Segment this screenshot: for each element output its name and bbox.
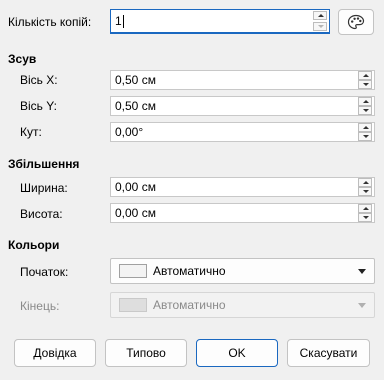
start-color-label: Початок: (20, 265, 69, 279)
angle-label: Кут: (20, 125, 42, 139)
ok-button-label: OK (228, 346, 246, 360)
axis-x-label: Вісь X: (20, 73, 58, 87)
height-decrement-button[interactable] (358, 213, 372, 222)
cancel-button-label: Скасувати (299, 346, 358, 360)
width-increment-button[interactable] (358, 178, 372, 187)
angle-decrement-button[interactable] (358, 132, 372, 141)
copies-label: Кількість копій: (8, 15, 92, 29)
angle-value[interactable]: 0,00° (111, 123, 358, 141)
colors-section-title: Кольори (8, 238, 60, 252)
help-button[interactable]: Довідка (14, 339, 96, 367)
copies-increment-button[interactable] (313, 11, 327, 20)
start-color-value: Автоматично (153, 264, 226, 278)
angle-increment-button[interactable] (358, 123, 372, 132)
help-button-label: Довідка (33, 346, 77, 360)
end-color-value: Автоматично (153, 298, 226, 312)
reset-button[interactable]: Типово (105, 339, 187, 367)
start-color-swatch (119, 264, 147, 278)
axis-y-label: Вісь Y: (20, 99, 57, 113)
start-color-dropdown[interactable]: Автоматично (110, 258, 375, 284)
axis-y-spinbox[interactable]: 0,50 см (110, 96, 375, 116)
cancel-button[interactable]: Скасувати (287, 339, 370, 367)
axis-x-value[interactable]: 0,50 см (111, 71, 358, 89)
end-color-dropdown: Автоматично (110, 292, 375, 318)
height-label: Висота: (20, 207, 63, 221)
end-color-label: Кінець: (20, 299, 60, 313)
chevron-down-icon (358, 268, 366, 274)
copies-spinbox[interactable]: 1 (110, 9, 330, 34)
reset-button-label: Типово (126, 346, 166, 360)
height-value[interactable]: 0,00 см (111, 204, 358, 222)
axis-y-decrement-button[interactable] (358, 106, 372, 115)
axis-y-value[interactable]: 0,50 см (111, 97, 358, 115)
angle-spinbox[interactable]: 0,00° (110, 122, 375, 142)
chevron-down-icon (358, 302, 366, 308)
width-label: Ширина: (20, 181, 68, 195)
axis-x-decrement-button[interactable] (358, 80, 372, 89)
width-value[interactable]: 0,00 см (111, 178, 358, 196)
enlargement-section-title: Збільшення (8, 157, 80, 171)
axis-x-spinbox[interactable]: 0,50 см (110, 70, 375, 90)
axis-y-increment-button[interactable] (358, 97, 372, 106)
text-cursor (122, 15, 124, 29)
copies-value[interactable]: 1 (111, 12, 313, 30)
end-color-swatch (119, 298, 147, 312)
palette-icon (347, 14, 365, 30)
width-decrement-button[interactable] (358, 187, 372, 196)
offset-section-title: Зсув (8, 52, 37, 66)
axis-x-increment-button[interactable] (358, 71, 372, 80)
height-spinbox[interactable]: 0,00 см (110, 203, 375, 223)
ok-button[interactable]: OK (196, 339, 278, 367)
copies-decrement-button[interactable] (313, 22, 327, 31)
width-spinbox[interactable]: 0,00 см (110, 177, 375, 197)
height-increment-button[interactable] (358, 204, 372, 213)
palette-button[interactable] (338, 9, 374, 35)
